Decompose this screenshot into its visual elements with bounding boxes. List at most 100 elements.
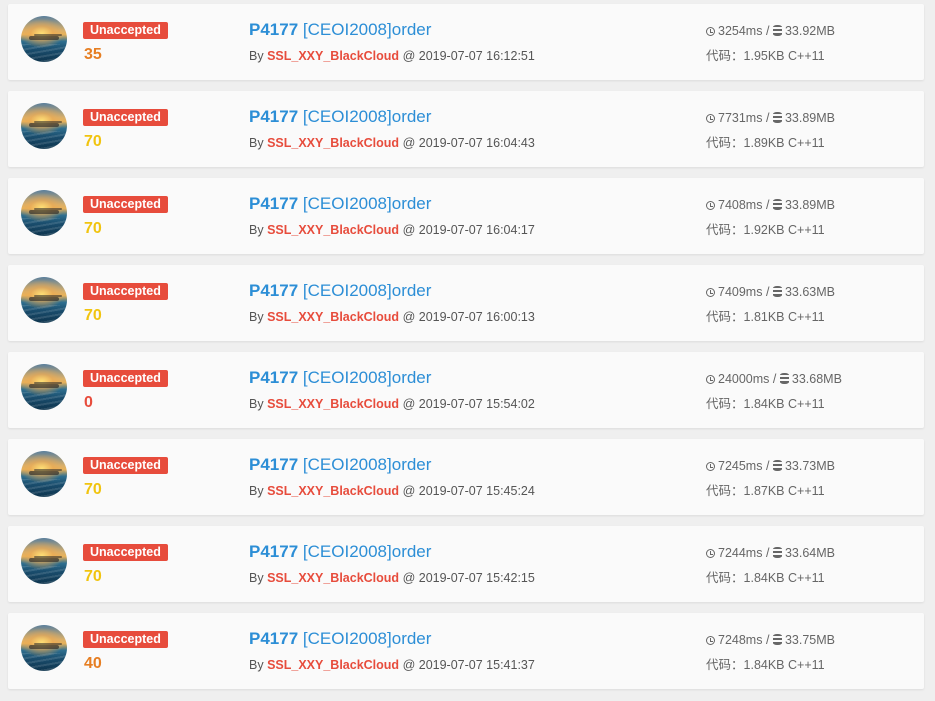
problem-link[interactable]: P4177 [CEOI2008]order [249, 193, 431, 215]
user-avatar[interactable] [21, 364, 67, 410]
user-link[interactable]: SSL_XXY_BlackCloud [267, 484, 399, 498]
code-info: 代码：1.84KB C++11 [706, 569, 825, 587]
user-link[interactable]: SSL_XXY_BlackCloud [267, 397, 399, 411]
problem-id[interactable]: P4177 [249, 20, 298, 39]
memory-value: 33.92MB [784, 24, 835, 38]
code-size: 1.87KB [743, 484, 785, 498]
run-stats: 7409ms / 33.63MB [706, 283, 835, 301]
problem-title[interactable]: [CEOI2008]order [303, 542, 432, 561]
submission-meta: By SSL_XXY_BlackCloud @ 2019-07-07 15:41… [249, 656, 535, 674]
user-link[interactable]: SSL_XXY_BlackCloud [267, 136, 399, 150]
at-label: @ [402, 136, 416, 150]
submission-row: Unaccepted 35 P4177 [CEOI2008]order By S… [8, 4, 924, 80]
code-size: 1.84KB [743, 571, 785, 585]
problem-id[interactable]: P4177 [249, 455, 298, 474]
run-stats: 24000ms / 33.68MB [706, 370, 842, 388]
status-badge[interactable]: Unaccepted [83, 457, 168, 474]
submission-meta: By SSL_XXY_BlackCloud @ 2019-07-07 16:04… [249, 134, 535, 152]
runtime-value: 7408ms [718, 198, 763, 212]
user-link[interactable]: SSL_XXY_BlackCloud [267, 223, 399, 237]
user-link[interactable]: SSL_XXY_BlackCloud [267, 571, 399, 585]
user-avatar[interactable] [21, 538, 67, 584]
user-avatar[interactable] [21, 16, 67, 62]
status-badge[interactable]: Unaccepted [83, 109, 168, 126]
user-avatar[interactable] [21, 451, 67, 497]
submission-row: Unaccepted 70 P4177 [CEOI2008]order By S… [8, 265, 924, 341]
status-badge[interactable]: Unaccepted [83, 283, 168, 300]
submission-meta: By SSL_XXY_BlackCloud @ 2019-07-07 15:54… [249, 395, 535, 413]
code-label: 代码： [706, 484, 744, 498]
problem-title[interactable]: [CEOI2008]order [303, 194, 432, 213]
problem-link[interactable]: P4177 [CEOI2008]order [249, 19, 431, 41]
user-link[interactable]: SSL_XXY_BlackCloud [267, 310, 399, 324]
slash-separator: / [765, 546, 770, 560]
problem-id[interactable]: P4177 [249, 542, 298, 561]
clock-icon [706, 27, 715, 36]
memory-value: 33.64MB [784, 546, 835, 560]
clock-icon [706, 201, 715, 210]
runtime-value: 3254ms [718, 24, 763, 38]
problem-id[interactable]: P4177 [249, 194, 298, 213]
run-stats: 7408ms / 33.89MB [706, 196, 835, 214]
at-label: @ [402, 310, 416, 324]
clock-icon [706, 549, 715, 558]
status-badge[interactable]: Unaccepted [83, 370, 168, 387]
at-label: @ [402, 49, 416, 63]
database-icon [772, 547, 782, 558]
submission-row: Unaccepted 0 P4177 [CEOI2008]order By SS… [8, 352, 924, 428]
run-stats: 7731ms / 33.89MB [706, 109, 835, 127]
slash-separator: / [765, 111, 770, 125]
submission-row: Unaccepted 40 P4177 [CEOI2008]order By S… [8, 613, 924, 689]
code-size: 1.95KB [743, 49, 785, 63]
runtime-value: 7409ms [718, 285, 763, 299]
database-icon [772, 25, 782, 36]
problem-link[interactable]: P4177 [CEOI2008]order [249, 280, 431, 302]
code-label: 代码： [706, 571, 744, 585]
language: C++11 [788, 49, 825, 63]
status-badge[interactable]: Unaccepted [83, 631, 168, 648]
runtime-value: 24000ms [718, 372, 770, 386]
user-avatar[interactable] [21, 190, 67, 236]
database-icon [772, 460, 782, 471]
problem-title[interactable]: [CEOI2008]order [303, 281, 432, 300]
problem-link[interactable]: P4177 [CEOI2008]order [249, 628, 431, 650]
status-badge[interactable]: Unaccepted [83, 544, 168, 561]
by-label: By [249, 136, 264, 150]
problem-title[interactable]: [CEOI2008]order [303, 107, 432, 126]
problem-title[interactable]: [CEOI2008]order [303, 629, 432, 648]
language: C++11 [788, 223, 825, 237]
problem-title[interactable]: [CEOI2008]order [303, 368, 432, 387]
submission-meta: By SSL_XXY_BlackCloud @ 2019-07-07 15:45… [249, 482, 535, 500]
clock-icon [706, 375, 715, 384]
problem-link[interactable]: P4177 [CEOI2008]order [249, 367, 431, 389]
memory-value: 33.68MB [791, 372, 842, 386]
problem-id[interactable]: P4177 [249, 368, 298, 387]
problem-title[interactable]: [CEOI2008]order [303, 20, 432, 39]
problem-id[interactable]: P4177 [249, 629, 298, 648]
user-avatar[interactable] [21, 277, 67, 323]
problem-title[interactable]: [CEOI2008]order [303, 455, 432, 474]
user-avatar[interactable] [21, 103, 67, 149]
status-badge[interactable]: Unaccepted [83, 196, 168, 213]
clock-icon [706, 636, 715, 645]
clock-icon [706, 288, 715, 297]
problem-link[interactable]: P4177 [CEOI2008]order [249, 541, 431, 563]
problem-id[interactable]: P4177 [249, 107, 298, 126]
user-link[interactable]: SSL_XXY_BlackCloud [267, 49, 399, 63]
by-label: By [249, 571, 264, 585]
slash-separator: / [765, 285, 770, 299]
user-link[interactable]: SSL_XXY_BlackCloud [267, 658, 399, 672]
slash-separator: / [765, 198, 770, 212]
problem-id[interactable]: P4177 [249, 281, 298, 300]
status-badge[interactable]: Unaccepted [83, 22, 168, 39]
code-label: 代码： [706, 397, 744, 411]
user-avatar[interactable] [21, 625, 67, 671]
submit-time: 2019-07-07 15:42:15 [418, 571, 535, 585]
problem-link[interactable]: P4177 [CEOI2008]order [249, 106, 431, 128]
submission-row: Unaccepted 70 P4177 [CEOI2008]order By S… [8, 439, 924, 515]
at-label: @ [402, 571, 416, 585]
code-size: 1.81KB [743, 310, 785, 324]
code-size: 1.89KB [743, 136, 785, 150]
code-label: 代码： [706, 136, 744, 150]
problem-link[interactable]: P4177 [CEOI2008]order [249, 454, 431, 476]
